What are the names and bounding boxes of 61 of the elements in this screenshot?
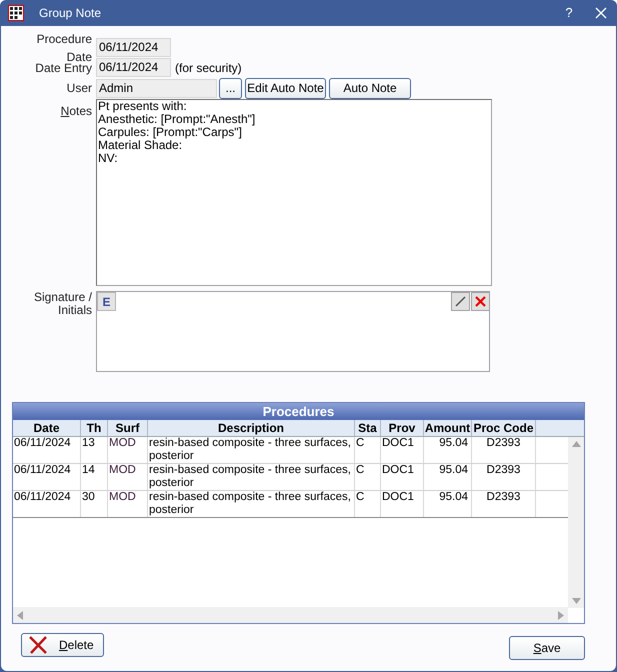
security-note: (for security) — [175, 60, 242, 76]
topaz-button[interactable]: E — [97, 292, 116, 311]
column-header[interactable]: Proc Code — [472, 420, 536, 436]
field-label: Notes — [60, 103, 93, 116]
help-button[interactable]: ? — [559, 3, 579, 23]
scroll-right-icon[interactable] — [558, 610, 564, 620]
table-cell: C — [355, 491, 381, 517]
column-header[interactable]: Surf — [108, 420, 148, 436]
app-grid-icon — [8, 5, 24, 21]
table-cell: C — [355, 437, 381, 463]
pen-icon[interactable] — [451, 292, 470, 311]
table-cell: resin-based composite - three surfaces, posterior — [148, 491, 355, 517]
table-cell: D2393 — [472, 464, 536, 490]
table-cell: 06/11/2024 — [13, 464, 81, 490]
field-label: Procedure Date — [36, 30, 93, 64]
table-cell: 14 — [81, 464, 108, 490]
column-header[interactable]: Prov — [381, 420, 424, 436]
field-label: Date Entry — [34, 60, 93, 76]
table-cell: DOC1 — [381, 491, 424, 517]
table-cell: D2393 — [472, 437, 536, 463]
column-header[interactable]: Description — [148, 420, 355, 436]
close-icon[interactable] — [595, 7, 607, 19]
date-entry-field[interactable]: 06/11/2024 — [96, 58, 171, 77]
procedure-date-field[interactable]: 06/11/2024 — [96, 38, 171, 57]
table-cell: MOD — [108, 464, 148, 490]
clear-icon[interactable] — [471, 292, 490, 311]
scroll-left-icon[interactable] — [17, 610, 23, 620]
table-cell: DOC1 — [381, 437, 424, 463]
grid-title: Procedures — [13, 403, 584, 420]
save-button[interactable]: Save — [509, 636, 585, 660]
table-cell: MOD — [108, 437, 148, 463]
field-label: Signature / Initials — [32, 291, 93, 319]
table-cell: 13 — [81, 437, 108, 463]
delete-button[interactable]: Delete — [21, 633, 104, 657]
user-field[interactable]: Admin — [96, 78, 217, 98]
table-cell: 06/11/2024 — [13, 491, 81, 517]
column-header[interactable]: Sta — [355, 420, 381, 436]
notes-textarea[interactable]: Pt presents with: Anesthetic: [Prompt:"Anesth"] Carpules: [Prompt:"Carps"] Material Shade: NV: — [96, 99, 492, 286]
edit-auto-note-button[interactable]: Edit Auto Note — [245, 78, 326, 98]
table-cell: C — [355, 464, 381, 490]
table-cell: DOC1 — [381, 464, 424, 490]
vertical-scrollbar[interactable] — [568, 437, 584, 608]
scroll-down-icon[interactable] — [572, 598, 580, 604]
table-cell: D2393 — [472, 491, 536, 517]
column-header[interactable]: Date — [13, 420, 81, 436]
table-cell: 06/11/2024 — [13, 437, 81, 463]
field-label: User — [66, 80, 93, 97]
auto-note-button[interactable]: Auto Note — [329, 78, 411, 98]
column-header[interactable]: Amount — [424, 420, 472, 436]
table-cell: 95.04 — [424, 491, 472, 517]
cross-icon — [28, 635, 48, 655]
table-cell: 95.04 — [424, 437, 472, 463]
window-title: Group Note — [39, 5, 102, 22]
scroll-up-icon[interactable] — [572, 441, 580, 447]
table-cell: 95.04 — [424, 464, 472, 490]
table-cell: 30 — [81, 491, 108, 517]
ellipsis-button[interactable]: ... — [219, 78, 242, 98]
horizontal-scrollbar[interactable] — [13, 607, 568, 623]
signature-pad[interactable]: E — [96, 291, 490, 372]
column-header[interactable]: Th — [81, 420, 108, 436]
table-cell: MOD — [108, 491, 148, 517]
